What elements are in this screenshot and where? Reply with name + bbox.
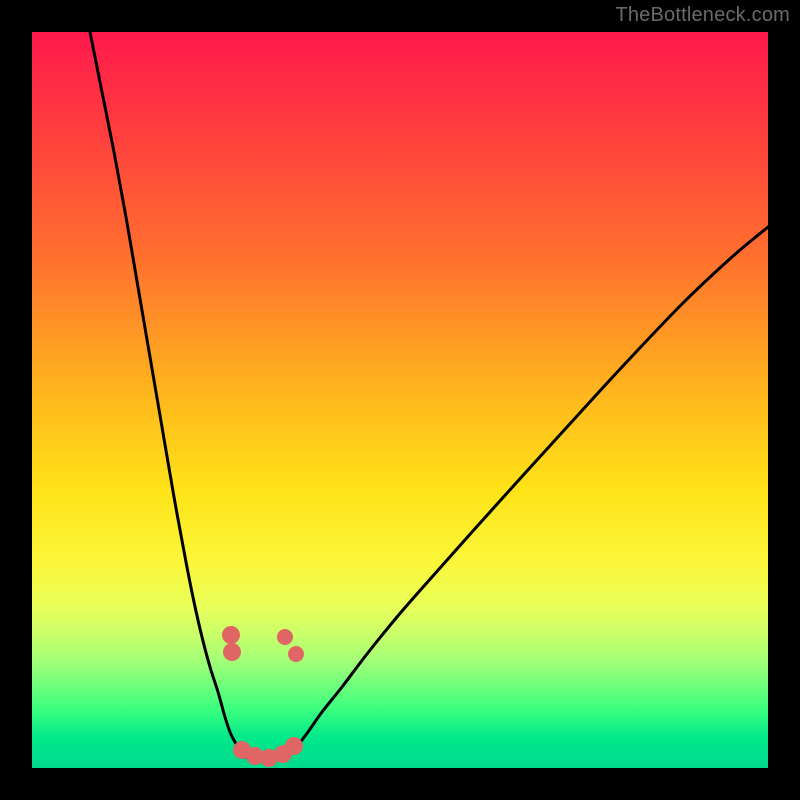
dot-right-mid: [288, 646, 304, 662]
chart-frame: TheBottleneck.com: [0, 0, 800, 800]
curve-right-curve: [284, 227, 768, 759]
dot-bottom-5: [285, 737, 303, 755]
dot-left-upper: [222, 626, 240, 644]
chart-svg: [32, 32, 768, 768]
dot-right-upper: [277, 629, 293, 645]
watermark-text: TheBottleneck.com: [615, 4, 790, 27]
dot-left-lower: [223, 643, 241, 661]
chart-plot-area: [32, 32, 768, 768]
